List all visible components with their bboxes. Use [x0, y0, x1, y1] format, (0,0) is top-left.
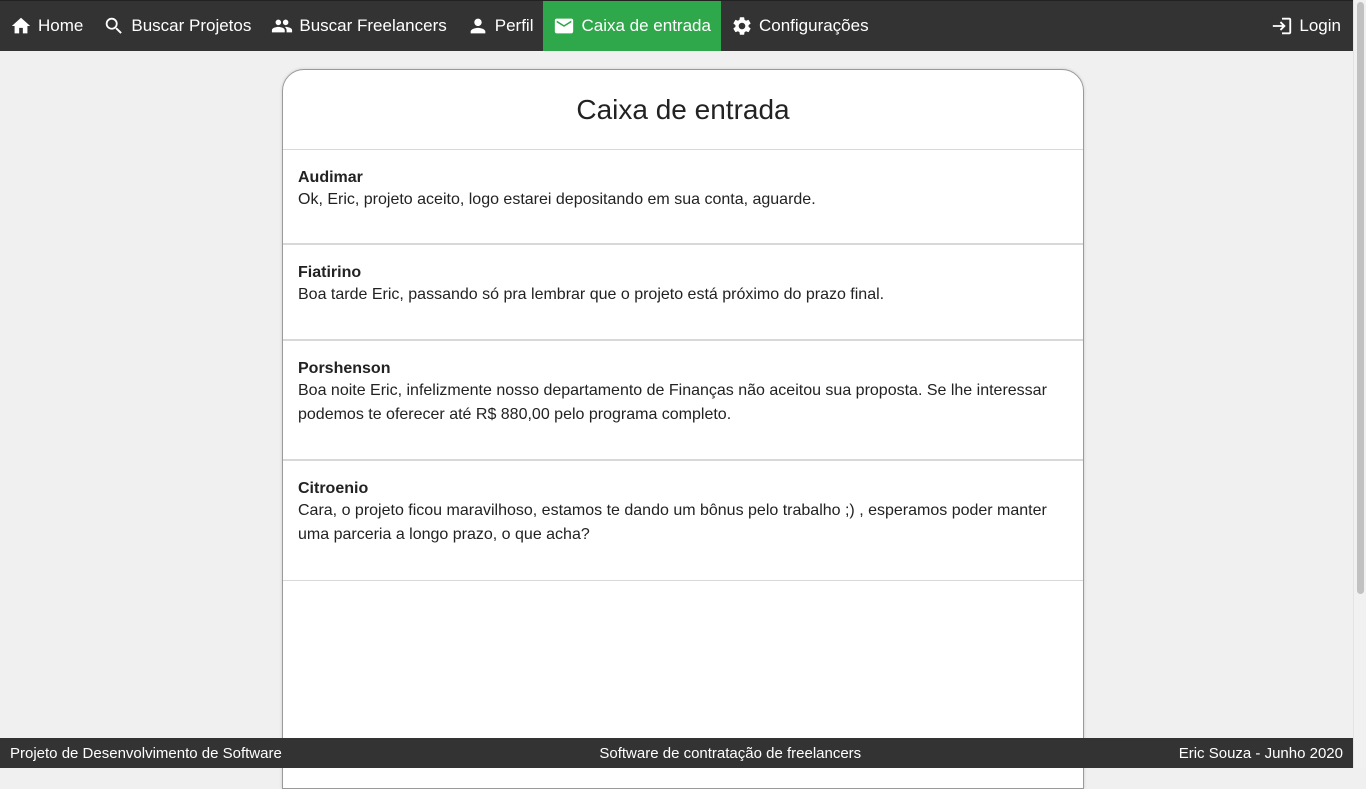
- nav-item-perfil[interactable]: Perfil: [457, 1, 544, 51]
- scrollbar-thumb[interactable]: [1357, 2, 1364, 594]
- message-sender: Citroenio: [298, 480, 369, 497]
- home-icon: [11, 17, 31, 34]
- nav-item-label: Perfil: [494, 16, 534, 35]
- nav-item-label: Home: [38, 16, 84, 35]
- footer-center-text: Software de contratação de freelancers: [599, 744, 862, 762]
- message-item[interactable]: Fiatirino Boa tarde Eric, passando só pr…: [283, 245, 1083, 341]
- inbox-card: Caixa de entrada Audimar Ok, Eric, proje…: [282, 69, 1084, 789]
- inbox-title: Caixa de entrada: [283, 70, 1083, 150]
- top-navigation-bar: Home Buscar Projetos Buscar Freelancers …: [0, 0, 1353, 51]
- footer-right-text: Eric Souza - Junho 2020: [1178, 744, 1343, 762]
- nav-item-configuracoes[interactable]: Configurações: [721, 1, 879, 51]
- message-item[interactable]: Porshenson Boa noite Eric, infelizmente …: [283, 341, 1083, 461]
- footer-bar: Projeto de Desenvolvimento de Software S…: [0, 738, 1353, 768]
- message-item[interactable]: Audimar Ok, Eric, projeto aceito, logo e…: [283, 150, 1083, 245]
- login-icon: [1273, 17, 1292, 35]
- nav-item-buscar-projetos[interactable]: Buscar Projetos: [93, 1, 261, 51]
- nav-item-label: Configurações: [758, 16, 869, 35]
- message-sender: Porshenson: [298, 360, 391, 377]
- person-icon: [470, 18, 486, 34]
- message-sender: Fiatirino: [298, 264, 362, 281]
- footer-left-text: Projeto de Desenvolvimento de Software: [10, 744, 282, 762]
- message-text: Ok, Eric, projeto aceito, logo estarei d…: [298, 191, 816, 208]
- nav-item-label: Caixa de entrada: [581, 16, 711, 35]
- gear-icon: [733, 17, 751, 35]
- message-text: Boa noite Eric, infelizmente nosso depar…: [298, 382, 1047, 423]
- message-item[interactable]: Citroenio Cara, o projeto ficou maravilh…: [283, 461, 1083, 581]
- nav-item-caixa-de-entrada[interactable]: Caixa de entrada: [543, 1, 721, 51]
- nav-item-home[interactable]: Home: [0, 1, 93, 51]
- nav-item-label: Login: [1299, 16, 1341, 35]
- people-icon: [272, 19, 293, 33]
- nav-item-login[interactable]: Login: [1261, 1, 1353, 51]
- nav-item-label: Buscar Projetos: [131, 16, 252, 35]
- message-sender: Audimar: [298, 169, 363, 186]
- nav-item-buscar-freelancers[interactable]: Buscar Freelancers: [261, 1, 456, 51]
- vertical-scrollbar[interactable]: [1353, 0, 1366, 768]
- mail-icon: [555, 18, 574, 34]
- message-text: Cara, o projeto ficou maravilhoso, estam…: [298, 502, 1047, 543]
- message-text: Boa tarde Eric, passando só pra lembrar …: [298, 286, 885, 303]
- nav-item-label: Buscar Freelancers: [299, 16, 447, 35]
- search-icon: [106, 17, 123, 34]
